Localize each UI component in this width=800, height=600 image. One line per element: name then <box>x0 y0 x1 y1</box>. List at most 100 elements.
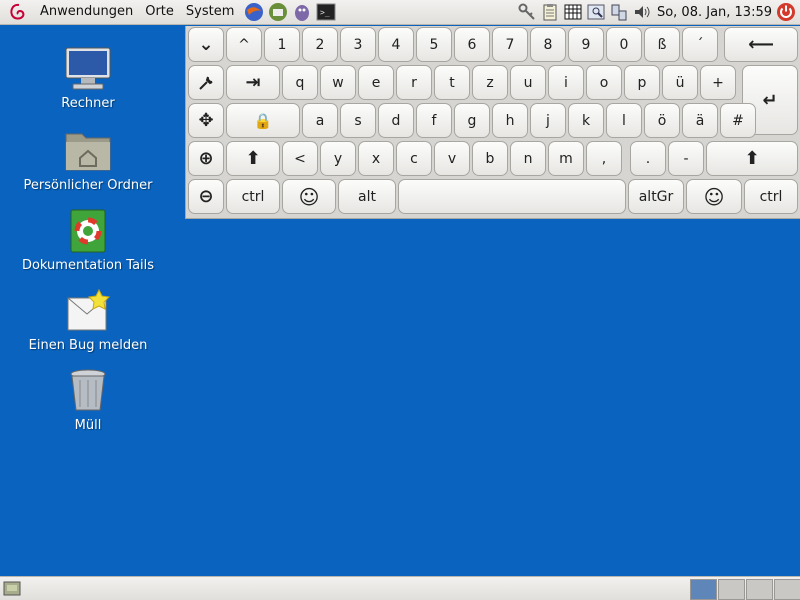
key-k[interactable]: k <box>568 103 604 138</box>
system-menu[interactable]: System <box>180 0 240 24</box>
key-2[interactable]: 2 <box>302 27 338 62</box>
desktop-icon-trash[interactable]: Müll <box>13 368 163 433</box>
desktop-icon-label: Persönlicher Ordner <box>23 178 153 193</box>
key-6[interactable]: 6 <box>454 27 490 62</box>
move-keyboard-key[interactable]: ✥ <box>188 103 224 138</box>
alt-key[interactable]: alt <box>338 179 396 214</box>
key-p[interactable]: p <box>624 65 660 100</box>
key-c[interactable]: c <box>396 141 432 176</box>
key-o[interactable]: o <box>586 65 622 100</box>
key-period[interactable]: . <box>630 141 666 176</box>
key-8[interactable]: 8 <box>530 27 566 62</box>
tab-arrow-icon: ⇥ <box>245 72 261 93</box>
desktop-icon-home[interactable]: Persönlicher Ordner <box>13 128 163 193</box>
desktop-icon-bug-report[interactable]: Einen Bug melden <box>13 288 163 353</box>
key-hash[interactable]: # <box>720 103 756 138</box>
key-1[interactable]: 1 <box>264 27 300 62</box>
emoji-key-right[interactable]: ☺ <box>686 179 742 214</box>
key-l[interactable]: l <box>606 103 642 138</box>
key-h[interactable]: h <box>492 103 528 138</box>
key-i[interactable]: i <box>548 65 584 100</box>
clipboard-icon[interactable] <box>541 3 559 21</box>
workspace-1[interactable] <box>690 579 717 600</box>
key-5[interactable]: 5 <box>416 27 452 62</box>
trash-icon <box>70 369 106 411</box>
key-y[interactable]: y <box>320 141 356 176</box>
zoom-in-key[interactable]: ⊕ <box>188 141 224 176</box>
right-ctrl-key[interactable]: ctrl <box>744 179 798 214</box>
desktop-icon-documentation[interactable]: Dokumentation Tails <box>13 208 163 273</box>
show-desktop-icon[interactable] <box>3 580 21 597</box>
altgr-key[interactable]: altGr <box>628 179 684 214</box>
key-minus[interactable]: - <box>668 141 704 176</box>
applications-menu[interactable]: Anwendungen <box>34 0 139 24</box>
key-4[interactable]: 4 <box>378 27 414 62</box>
key-7[interactable]: 7 <box>492 27 528 62</box>
key-z[interactable]: z <box>472 65 508 100</box>
key-d[interactable]: d <box>378 103 414 138</box>
settings-key[interactable] <box>188 65 224 100</box>
key-j[interactable]: j <box>530 103 566 138</box>
top-panel: Anwendungen Orte System >_ So, 08. Jan, … <box>0 0 800 25</box>
debian-logo-icon[interactable] <box>8 2 28 22</box>
key-q[interactable]: q <box>282 65 318 100</box>
key-w[interactable]: w <box>320 65 356 100</box>
tab-key[interactable]: ⇥ <box>226 65 280 100</box>
terminal-icon[interactable]: >_ <box>316 2 336 22</box>
shift-arrow-icon: ⬆ <box>245 148 261 169</box>
search-tool-icon[interactable] <box>587 3 605 21</box>
network-icon[interactable] <box>610 3 628 21</box>
places-menu[interactable]: Orte <box>139 0 180 24</box>
key-9[interactable]: 9 <box>568 27 604 62</box>
workspace-2[interactable] <box>718 579 745 600</box>
key-s[interactable]: s <box>340 103 376 138</box>
key-v[interactable]: v <box>434 141 470 176</box>
right-shift-key[interactable]: ⬆ <box>706 141 798 176</box>
workspace-4[interactable] <box>774 579 800 600</box>
clock[interactable]: So, 08. Jan, 13:59 <box>657 5 772 20</box>
hide-keyboard-key[interactable]: ⌄ <box>188 27 224 62</box>
left-ctrl-key[interactable]: ctrl <box>226 179 280 214</box>
desktop-icon-label: Dokumentation Tails <box>21 258 155 273</box>
key-u-umlaut[interactable]: ü <box>662 65 698 100</box>
zoom-out-key[interactable]: ⊖ <box>188 179 224 214</box>
space-key[interactable] <box>398 179 626 214</box>
key-a[interactable]: a <box>302 103 338 138</box>
key-n[interactable]: n <box>510 141 546 176</box>
bottom-panel <box>0 576 800 600</box>
smiley-icon: ☺ <box>298 184 320 209</box>
key-e[interactable]: e <box>358 65 394 100</box>
keys-icon[interactable] <box>518 3 536 21</box>
key-g[interactable]: g <box>454 103 490 138</box>
key-r[interactable]: r <box>396 65 432 100</box>
key-m[interactable]: m <box>548 141 584 176</box>
shift-arrow-icon: ⬆ <box>744 148 760 169</box>
key-less-than[interactable]: < <box>282 141 318 176</box>
onscreen-keyboard-icon[interactable] <box>564 3 582 21</box>
key-plus[interactable]: + <box>700 65 736 100</box>
caps-lock-key[interactable]: 🔒 <box>226 103 300 138</box>
key-x[interactable]: x <box>358 141 394 176</box>
backspace-key[interactable]: ⟵ <box>724 27 798 62</box>
volume-icon[interactable] <box>633 3 651 21</box>
key-eszett[interactable]: ß <box>644 27 680 62</box>
key-o-umlaut[interactable]: ö <box>644 103 680 138</box>
email-client-icon[interactable] <box>268 2 288 22</box>
key-3[interactable]: 3 <box>340 27 376 62</box>
key-acute[interactable]: ´ <box>682 27 718 62</box>
pidgin-icon[interactable] <box>292 2 312 22</box>
workspace-3[interactable] <box>746 579 773 600</box>
left-shift-key[interactable]: ⬆ <box>226 141 280 176</box>
key-comma[interactable]: , <box>586 141 622 176</box>
web-browser-icon[interactable] <box>244 2 264 22</box>
desktop-icon-computer[interactable]: Rechner <box>13 46 163 111</box>
key-b[interactable]: b <box>472 141 508 176</box>
key-0[interactable]: 0 <box>606 27 642 62</box>
key-a-umlaut[interactable]: ä <box>682 103 718 138</box>
key-u[interactable]: u <box>510 65 546 100</box>
key-t[interactable]: t <box>434 65 470 100</box>
emoji-key-left[interactable]: ☺ <box>282 179 336 214</box>
power-icon[interactable] <box>776 2 796 22</box>
key-f[interactable]: f <box>416 103 452 138</box>
key-circumflex[interactable]: ^ <box>226 27 262 62</box>
